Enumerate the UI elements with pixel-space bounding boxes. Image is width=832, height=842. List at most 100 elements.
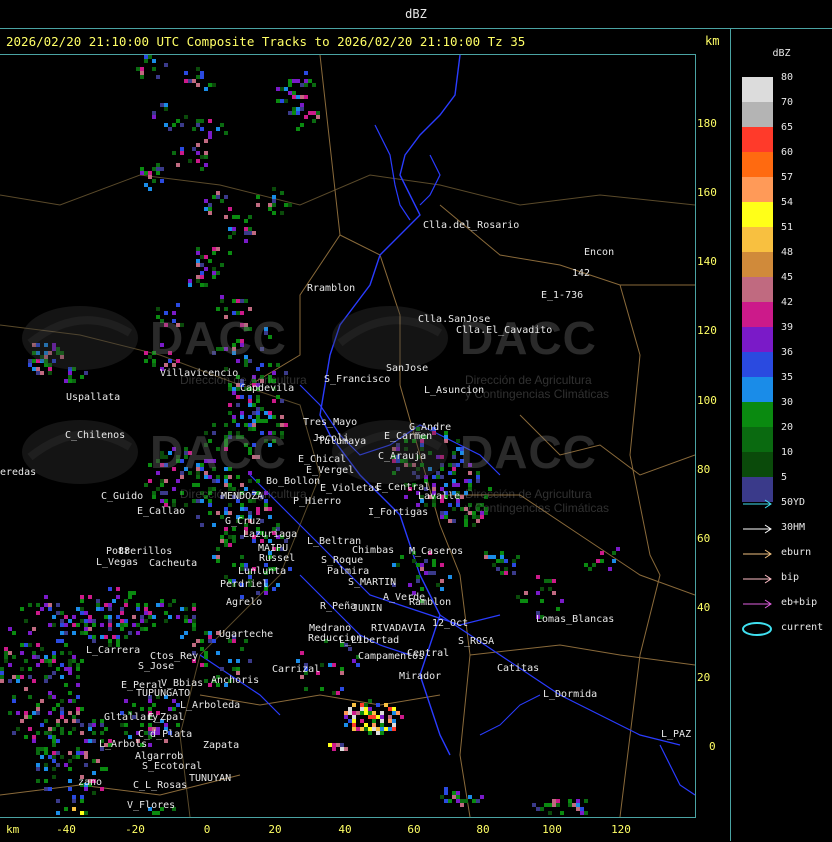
radar-echo-pixel [224, 527, 228, 531]
radar-echo-pixel [44, 603, 48, 607]
radar-echo-pixel [284, 203, 288, 207]
radar-echo-pixel [56, 811, 60, 815]
place-label: Agrelo [226, 597, 263, 608]
radar-map[interactable]: DACC Dirección de Agricultura DACC Direc… [0, 54, 696, 818]
radar-echo-pixel [268, 203, 272, 207]
radar-echo-pixel [340, 671, 344, 675]
legend-panel: dBZ 80 70 65 60 57 54 51 48 45 42 39 36 35 30 20 10 5 50… [730, 28, 832, 841]
radar-echo-pixel [380, 723, 384, 727]
radar-echo-pixel [212, 487, 216, 491]
radar-echo-pixel [156, 471, 160, 475]
place-label: Perdriel [220, 579, 269, 590]
radar-echo-pixel [48, 731, 52, 735]
colorbar-swatch [742, 452, 773, 477]
place-label: E_1-736 [541, 290, 584, 301]
radar-echo-pixel [352, 715, 356, 719]
radar-echo-pixel [240, 343, 244, 347]
radar-echo-pixel [140, 67, 144, 71]
radar-echo-pixel [264, 439, 268, 443]
radar-echo-pixel [440, 463, 444, 467]
radar-echo-pixel [416, 475, 420, 479]
radar-echo-pixel [252, 423, 256, 427]
radar-echo-pixel [100, 723, 104, 727]
radar-echo-pixel [28, 675, 32, 679]
radar-echo-pixel [364, 707, 368, 711]
radar-echo-pixel [468, 503, 472, 507]
radar-echo-pixel [52, 743, 56, 747]
radar-echo-pixel [224, 435, 228, 439]
radar-echo-pixel [100, 767, 104, 771]
radar-echo-pixel [52, 759, 56, 763]
radar-echo-pixel [236, 659, 240, 663]
radar-echo-pixel [200, 155, 204, 159]
radar-echo-pixel [208, 487, 212, 491]
radar-echo-pixel [156, 307, 160, 311]
radar-echo-pixel [436, 455, 440, 459]
radar-echo-pixel [548, 587, 552, 591]
radar-echo-pixel [184, 79, 188, 83]
radar-echo-pixel [256, 407, 260, 411]
radar-echo-pixel [236, 423, 240, 427]
radar-echo-pixel [236, 299, 240, 303]
place-label: 142 [572, 268, 591, 279]
radar-echo-pixel [192, 483, 196, 487]
colorbar-swatch [742, 77, 773, 102]
radar-echo-pixel [140, 627, 144, 631]
radar-echo-pixel [256, 367, 260, 371]
place-label: L_Libertad [339, 635, 400, 646]
radar-echo-pixel [188, 451, 192, 455]
radar-echo-pixel [360, 727, 364, 731]
radar-echo-pixel [156, 171, 160, 175]
radar-echo-pixel [188, 283, 192, 287]
radar-echo-pixel [260, 407, 264, 411]
radar-echo-pixel [176, 359, 180, 363]
radar-echo-pixel [192, 499, 196, 503]
radar-echo-pixel [232, 535, 236, 539]
place-label: L_Vegas [96, 557, 139, 568]
radar-echo-pixel [392, 707, 396, 711]
radar-echo-pixel [68, 379, 72, 383]
radar-echo-pixel [452, 483, 456, 487]
radar-echo-pixel [68, 671, 72, 675]
radar-echo-pixel [232, 415, 236, 419]
radar-echo-pixel [556, 799, 560, 803]
radar-echo-pixel [220, 263, 224, 267]
radar-echo-pixel [204, 163, 208, 167]
radar-echo-pixel [260, 419, 264, 423]
radar-echo-pixel [228, 251, 232, 255]
radar-echo-pixel [124, 731, 128, 735]
radar-echo-pixel [300, 103, 304, 107]
y-tick-label: 80 [697, 463, 711, 476]
radar-echo-pixel [60, 619, 64, 623]
radar-echo-pixel [452, 451, 456, 455]
radar-echo-pixel [148, 611, 152, 615]
radar-echo-pixel [232, 667, 236, 671]
radar-echo-pixel [204, 207, 208, 211]
radar-echo-pixel [52, 727, 56, 731]
radar-echo-pixel [52, 739, 56, 743]
radar-echo-pixel [212, 431, 216, 435]
radar-echo-pixel [392, 727, 396, 731]
radar-echo-pixel [104, 767, 108, 771]
radar-echo-pixel [412, 463, 416, 467]
boundary-line [619, 284, 661, 817]
radar-echo-pixel [20, 651, 24, 655]
radar-echo-pixel [72, 615, 76, 619]
radar-echo-pixel [60, 639, 64, 643]
radar-echo-pixel [92, 759, 96, 763]
boundary-line [249, 234, 341, 386]
radar-echo-pixel [192, 623, 196, 627]
radar-echo-pixel [420, 463, 424, 467]
radar-echo-pixel [224, 447, 228, 451]
radar-echo-pixel [56, 751, 60, 755]
radar-echo-pixel [248, 659, 252, 663]
radar-echo-pixel [36, 763, 40, 767]
radar-echo-pixel [84, 763, 88, 767]
radar-echo-pixel [276, 395, 280, 399]
radar-echo-pixel [124, 603, 128, 607]
track-arrow-icon [743, 524, 772, 534]
radar-echo-pixel [192, 603, 196, 607]
radar-echo-pixel [228, 511, 232, 515]
radar-echo-pixel [476, 507, 480, 511]
radar-echo-pixel [172, 151, 176, 155]
